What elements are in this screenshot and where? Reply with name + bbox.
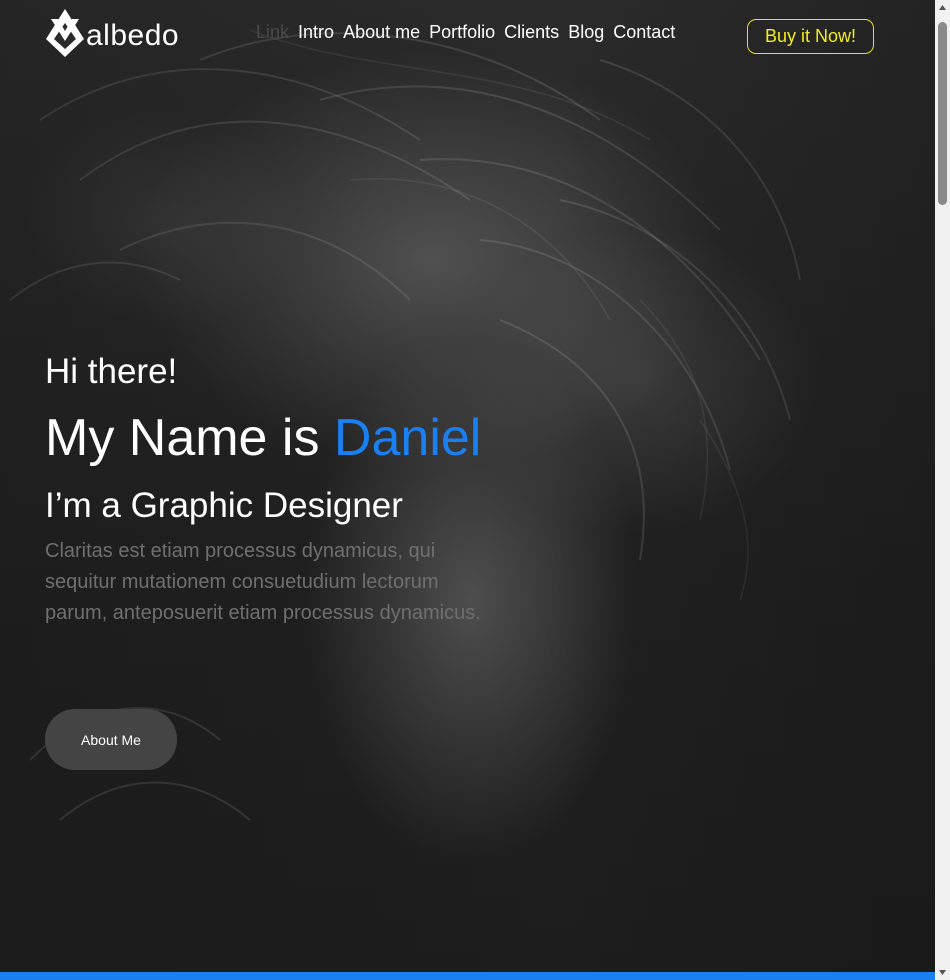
hero-description: Claritas est etiam processus dynamicus, … <box>45 540 481 624</box>
hero-name-highlight: Daniel <box>333 409 482 467</box>
nav-link-clients[interactable]: Clients <box>504 22 559 43</box>
scroll-down-arrow-icon[interactable] <box>935 965 950 980</box>
scrollbar-thumb[interactable] <box>938 22 947 205</box>
hero-name-prefix: My Name is <box>45 409 334 467</box>
brand-logo[interactable]: albedo <box>46 9 179 57</box>
nav-link-contact[interactable]: Contact <box>613 22 675 43</box>
hero-greeting: Hi there! <box>45 352 178 391</box>
hero-name-heading: My Name is Daniel <box>45 408 481 468</box>
scroll-up-arrow-icon[interactable] <box>935 0 950 15</box>
nav-link-intro[interactable]: Intro <box>298 22 334 43</box>
nav-link-portfolio[interactable]: Portfolio <box>429 22 495 43</box>
buy-it-now-button[interactable]: Buy it Now! <box>747 19 874 54</box>
bottom-accent-bar <box>0 972 935 980</box>
hero-role: I’m a Graphic Designer <box>45 486 403 525</box>
page-scrollbar[interactable] <box>935 0 950 980</box>
nav-link-about-me[interactable]: About me <box>343 22 420 43</box>
brand-name: albedo <box>86 19 180 52</box>
albedo-logo-icon <box>46 9 84 57</box>
main-nav: Link Intro About me Portfolio Clients Bl… <box>256 22 684 43</box>
nav-link-link[interactable]: Link <box>256 22 289 43</box>
nav-link-blog[interactable]: Blog <box>568 22 604 43</box>
about-me-button[interactable]: About Me <box>45 709 177 770</box>
